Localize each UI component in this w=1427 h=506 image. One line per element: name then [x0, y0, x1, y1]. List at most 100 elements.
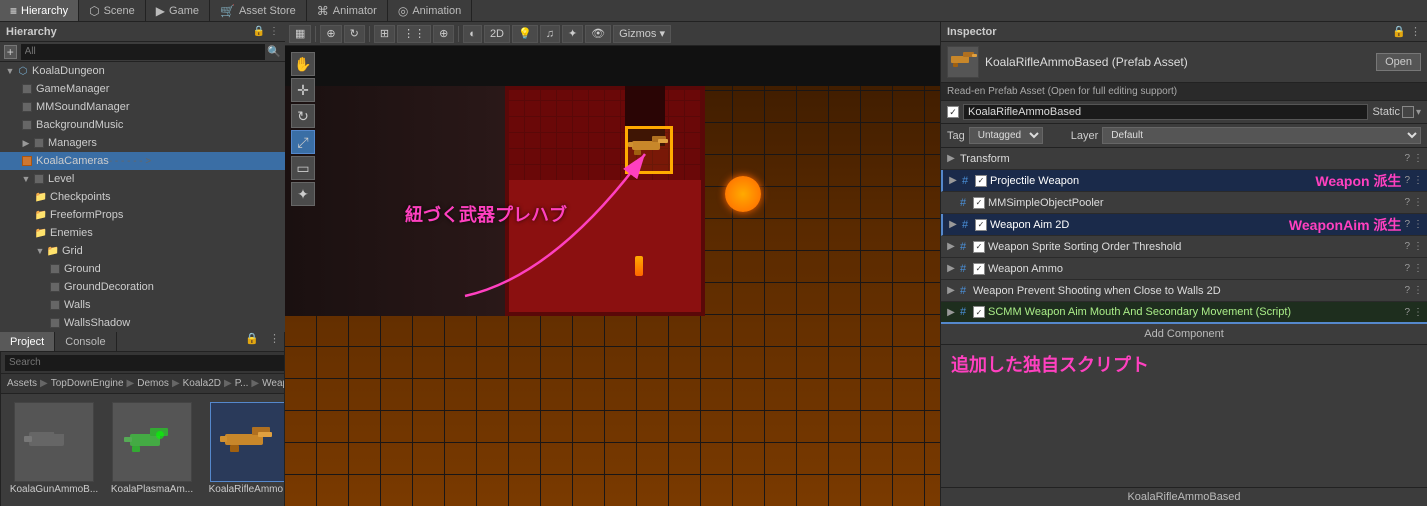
hierarchy-menu-icon[interactable]: ⋮: [269, 26, 279, 37]
component-sprite-sorting[interactable]: ▶ # Weapon Sprite Sorting Order Threshol…: [941, 236, 1427, 258]
breadcrumb-topdownengine[interactable]: TopDownEngine: [51, 378, 124, 389]
object-enabled-checkbox[interactable]: [947, 106, 959, 118]
component-scmm-script[interactable]: ▶ # SCMM Weapon Aim Mouth And Secondary …: [941, 302, 1427, 324]
toolbar-audio-btn[interactable]: ♫: [540, 25, 560, 43]
hierarchy-search-input[interactable]: [21, 44, 266, 60]
scene-tool-move[interactable]: ✛: [291, 78, 315, 102]
comp-info-aim[interactable]: ?: [1404, 219, 1410, 230]
comp-check-sprite[interactable]: [973, 241, 985, 253]
inspector-lock-icon[interactable]: 🔒: [1392, 25, 1406, 38]
asset-koalagun[interactable]: KoalaGunAmmoB...: [9, 402, 99, 506]
comp-menu-sprite[interactable]: ⋮: [1413, 241, 1423, 252]
component-transform[interactable]: ▶ Transform ? ⋮: [941, 148, 1427, 170]
static-checkbox[interactable]: [1402, 106, 1414, 118]
component-weapon-ammo[interactable]: ▶ # Weapon Ammo ? ⋮: [941, 258, 1427, 280]
tab-game[interactable]: ▶ Game: [146, 0, 210, 21]
toolbar-view-btn[interactable]: ▦: [289, 25, 311, 43]
toolbar-grid-btn[interactable]: ⋮⋮: [397, 25, 431, 43]
tree-item-backgroundmusic[interactable]: BackgroundMusic: [0, 116, 285, 134]
tree-item-koalacameras[interactable]: KoalaCameras - - - - - - >: [0, 152, 285, 170]
toolbar-local-btn[interactable]: ↻: [344, 25, 365, 43]
toolbar-gizmos-btn[interactable]: Gizmos ▾: [613, 25, 671, 43]
breadcrumb-koala2d[interactable]: Koala2D: [183, 378, 221, 389]
comp-info-scmm[interactable]: ?: [1404, 307, 1410, 318]
comp-info-icon-transform[interactable]: ?: [1404, 153, 1410, 164]
tree-item-grounddecoration[interactable]: GroundDecoration: [0, 278, 285, 296]
tab-animation[interactable]: ◎ Animation: [388, 0, 472, 21]
comp-menu-pooler[interactable]: ⋮: [1413, 197, 1423, 208]
tab-hierarchy[interactable]: ≡ Hierarchy: [0, 0, 79, 21]
scene-tool-scale[interactable]: ⤢: [291, 130, 315, 154]
toolbar-more-btn[interactable]: ⊕: [433, 25, 454, 43]
toolbar-2d-btn[interactable]: 2D: [484, 25, 510, 43]
comp-info-pooler[interactable]: ?: [1404, 197, 1410, 208]
tree-item-level[interactable]: ▼ Level: [0, 170, 285, 188]
breadcrumb-prefabs[interactable]: P...: [235, 378, 249, 389]
tree-item-ground[interactable]: Ground: [0, 260, 285, 278]
toolbar-snap-btn[interactable]: ⊞: [374, 25, 395, 43]
tree-item-mmsoundmanager[interactable]: MMSoundManager: [0, 98, 285, 116]
hierarchy-lock-icon[interactable]: 🔒: [253, 26, 265, 37]
comp-info-prevent[interactable]: ?: [1404, 285, 1410, 296]
main-layout: Hierarchy 🔒 ⋮ + 🔍 ▼ ⬡ KoalaDungeon GameM…: [0, 22, 1427, 506]
add-component-button[interactable]: Add Component: [941, 324, 1427, 345]
object-name-field[interactable]: [963, 104, 1368, 120]
component-mmsimpleobjectpooler[interactable]: # MMSimpleObjectPooler ? ⋮: [941, 192, 1427, 214]
asset-search-input[interactable]: [5, 355, 284, 371]
breadcrumb-assets[interactable]: Assets: [7, 378, 37, 389]
tab-asset-store[interactable]: 🛒 Asset Store: [210, 0, 307, 21]
project-lock-icon[interactable]: 🔒: [239, 332, 265, 351]
component-prevent-shooting[interactable]: ▶ # Weapon Prevent Shooting when Close t…: [941, 280, 1427, 302]
comp-menu-scmm[interactable]: ⋮: [1413, 307, 1423, 318]
tab-animator[interactable]: ⌘ Animator: [307, 0, 388, 21]
tag-dropdown[interactable]: Untagged: [969, 127, 1043, 144]
breadcrumb-demos[interactable]: Demos: [137, 378, 169, 389]
asset-koalariffle[interactable]: KoalaRifleAmmo...: [205, 402, 284, 506]
comp-menu-prevent[interactable]: ⋮: [1413, 285, 1423, 296]
toolbar-hidden-btn[interactable]: 👁: [585, 25, 611, 43]
layer-dropdown[interactable]: Default: [1102, 127, 1421, 144]
toolbar-pivot-btn[interactable]: ⊕: [320, 25, 341, 43]
comp-menu-aim[interactable]: ⋮: [1413, 219, 1423, 230]
scene-tool-hand[interactable]: ✋: [291, 52, 315, 76]
inspector-open-button[interactable]: Open: [1376, 53, 1421, 71]
tab-scene[interactable]: ⬡ Scene: [79, 0, 146, 21]
comp-check-pooler[interactable]: [973, 197, 985, 209]
tree-item-gamemanager[interactable]: GameManager: [0, 80, 285, 98]
comp-menu-icon-transform[interactable]: ⋮: [1413, 153, 1423, 164]
comp-menu-projectile[interactable]: ⋮: [1413, 175, 1423, 186]
static-dropdown-arrow[interactable]: ▾: [1416, 107, 1421, 118]
comp-check-scmm[interactable]: [973, 306, 985, 318]
inspector-menu-icon[interactable]: ⋮: [1410, 25, 1421, 38]
comp-menu-ammo[interactable]: ⋮: [1413, 263, 1423, 274]
toolbar-shading-btn[interactable]: ◐: [463, 25, 482, 43]
scene-tool-rect[interactable]: ▭: [291, 156, 315, 180]
comp-check-aim[interactable]: [975, 219, 987, 231]
scene-tool-transform[interactable]: ✦: [291, 182, 315, 206]
project-menu-icon[interactable]: ⋮: [265, 332, 284, 351]
comp-info-sprite[interactable]: ?: [1404, 241, 1410, 252]
comp-info-projectile[interactable]: ?: [1404, 175, 1410, 186]
tree-item-koaladungeon[interactable]: ▼ ⬡ KoalaDungeon: [0, 62, 285, 80]
tree-item-grid[interactable]: ▼ 📁 Grid: [0, 242, 285, 260]
scene-tool-rotate[interactable]: ↻: [291, 104, 315, 128]
asset-koalaplasma[interactable]: KoalaPlasmaAm...: [107, 402, 197, 506]
tree-item-wallsshadow[interactable]: WallsShadow: [0, 314, 285, 332]
component-weapon-aim-2d[interactable]: ▶ # Weapon Aim 2D WeaponAim 派生 ? ⋮: [941, 214, 1427, 236]
breadcrumb-weapons[interactable]: Weapons: [262, 378, 284, 389]
asset-thumb-koalaplasma: [112, 402, 192, 482]
component-projectile-weapon[interactable]: ▶ # Projectile Weapon Weapon 派生 ? ⋮: [941, 170, 1427, 192]
toolbar-effects-btn[interactable]: ✦: [562, 25, 583, 43]
comp-check-ammo[interactable]: [973, 263, 985, 275]
comp-check-projectile[interactable]: [975, 175, 987, 187]
tab-project[interactable]: Project: [0, 332, 55, 351]
tree-item-enemies[interactable]: 📁 Enemies: [0, 224, 285, 242]
comp-info-ammo[interactable]: ?: [1404, 263, 1410, 274]
tree-item-freeformprops[interactable]: 📁 FreeformProps: [0, 206, 285, 224]
tree-item-managers[interactable]: ▶ Managers: [0, 134, 285, 152]
toolbar-lights-btn[interactable]: 💡: [512, 25, 538, 43]
tree-item-checkpoints[interactable]: 📁 Checkpoints: [0, 188, 285, 206]
tab-console[interactable]: Console: [55, 332, 116, 351]
tree-item-walls[interactable]: Walls: [0, 296, 285, 314]
hierarchy-add-button[interactable]: +: [4, 45, 17, 59]
